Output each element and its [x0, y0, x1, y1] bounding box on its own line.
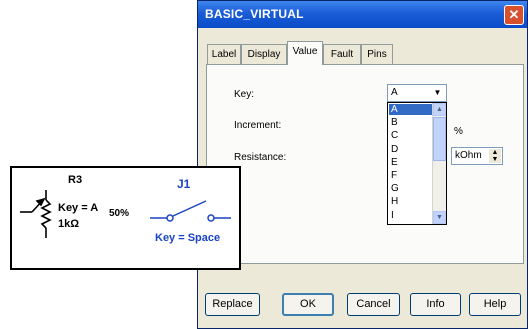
key-option-i[interactable]: I [389, 210, 435, 221]
increment-label: Increment: [234, 120, 282, 131]
tab-label-text: Label [211, 49, 237, 60]
close-icon: ✕ [508, 7, 520, 22]
tab-pins[interactable]: Pins [361, 44, 393, 64]
scroll-up-icon[interactable]: ▲ [433, 103, 446, 116]
key-select[interactable]: A ▼ [387, 84, 447, 102]
pot-value-label: 1kΩ [58, 218, 80, 230]
key-dropdown-list: ABCDEFGHI ▲ ▼ [387, 102, 447, 225]
key-option-d[interactable]: D [389, 144, 435, 155]
info-button[interactable]: Info [410, 293, 461, 316]
key-option-f[interactable]: F [389, 170, 435, 181]
tab-fault-text: Fault [330, 49, 354, 60]
help-button[interactable]: Help [469, 293, 521, 316]
spin-up-icon[interactable]: ▲ [489, 149, 501, 156]
help-button-text: Help [483, 298, 507, 310]
tab-fault[interactable]: Fault [323, 44, 361, 64]
pot-percent-label: 50% [109, 208, 130, 219]
scroll-down-icon[interactable]: ▼ [433, 211, 446, 224]
unit-spinner[interactable]: ▲ ▼ [489, 149, 501, 163]
resistance-unit-value: kOhm [455, 150, 482, 161]
window-title: BASIC_VIRTUAL [205, 7, 304, 21]
pot-key-label: Key = A [58, 202, 99, 214]
key-select-value: A [391, 87, 398, 98]
close-button[interactable]: ✕ [504, 5, 524, 25]
switch-ref-label: J1 [177, 177, 191, 191]
switch-key-label: Key = Space [155, 232, 221, 244]
tab-value-text: Value [292, 46, 318, 57]
scrollbar-thumb[interactable] [433, 117, 446, 161]
info-button-text: Info [426, 298, 445, 310]
replace-button[interactable]: Replace [205, 293, 260, 316]
cancel-button[interactable]: Cancel [347, 293, 400, 316]
key-option-c[interactable]: C [389, 130, 435, 141]
dropdown-scrollbar[interactable]: ▲ ▼ [432, 103, 446, 224]
tab-display-text: Display [247, 49, 281, 60]
resistance-label: Resistance: [234, 152, 287, 163]
tab-display[interactable]: Display [241, 44, 287, 64]
potentiometer-symbol [20, 190, 52, 238]
key-option-a[interactable]: A [389, 104, 435, 115]
increment-unit: % [454, 126, 463, 137]
tab-pins-text: Pins [367, 49, 387, 60]
tab-label[interactable]: Label [207, 44, 241, 64]
replace-button-text: Replace [212, 298, 253, 310]
tab-value[interactable]: Value [287, 41, 323, 65]
key-label: Key: [234, 89, 255, 100]
key-option-g[interactable]: G [389, 183, 435, 194]
schematic-preview: R3 Key = A 50% 1kΩ J1 Key = Space [10, 166, 241, 270]
switch-symbol [150, 200, 231, 222]
title-bar[interactable]: BASIC_VIRTUAL ✕ [198, 1, 527, 28]
ok-button[interactable]: OK [282, 293, 334, 316]
cancel-button-text: Cancel [356, 298, 391, 310]
spin-down-icon[interactable]: ▼ [489, 156, 501, 163]
pot-ref-label: R3 [68, 174, 83, 186]
ok-button-text: OK [300, 298, 316, 310]
key-option-e[interactable]: E [389, 157, 435, 168]
key-option-h[interactable]: H [389, 196, 435, 207]
key-option-b[interactable]: B [389, 117, 435, 128]
resistance-unit-field[interactable]: kOhm ▲ ▼ [451, 147, 503, 165]
chevron-down-icon[interactable]: ▼ [430, 86, 445, 100]
